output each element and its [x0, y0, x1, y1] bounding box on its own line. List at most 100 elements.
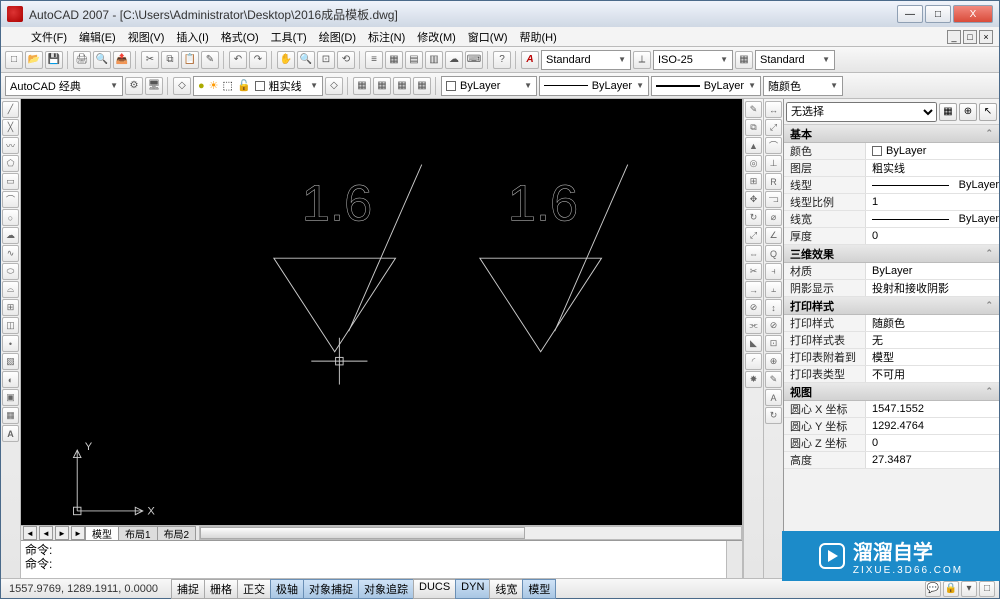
menu-item[interactable]: 修改(M)	[411, 28, 462, 46]
dim-jog-icon[interactable]: ⫎	[765, 191, 782, 208]
property-row[interactable]: 打印样式随颜色	[784, 315, 999, 332]
menu-item[interactable]: 工具(T)	[265, 28, 313, 46]
layer-dropdown[interactable]: ●☀⬚🔓 粗实线▼	[193, 76, 323, 96]
chamfer-icon[interactable]: ◣	[745, 335, 762, 352]
zoom-prev-icon[interactable]: ⟲	[337, 51, 355, 69]
mdi-restore-button[interactable]: □	[963, 30, 977, 44]
join-icon[interactable]: ⫘	[745, 317, 762, 334]
pickadd-icon[interactable]: ⊕	[959, 103, 977, 121]
property-row[interactable]: 阴影显示投射和接收阴影	[784, 280, 999, 297]
tab-nav-next[interactable]: ►	[55, 526, 69, 540]
quickselect-icon[interactable]: ▦	[939, 103, 957, 121]
menu-item[interactable]: 格式(O)	[215, 28, 265, 46]
center-mark-icon[interactable]: ⊕	[765, 353, 782, 370]
array-icon[interactable]: ⊞	[745, 173, 762, 190]
property-row[interactable]: 线型ByLayer	[784, 177, 999, 194]
arc-icon[interactable]: ⌒	[2, 191, 19, 208]
undo-icon[interactable]: ↶	[229, 51, 247, 69]
property-row[interactable]: 厚度0	[784, 228, 999, 245]
status-toggle[interactable]: 模型	[522, 579, 556, 599]
workspace-lock-icon[interactable]: 🖥	[145, 77, 163, 95]
property-row[interactable]: 圆心 X 坐标1547.1552	[784, 401, 999, 418]
property-row[interactable]: 线宽ByLayer	[784, 211, 999, 228]
property-row[interactable]: 打印表类型不可用	[784, 366, 999, 383]
status-toggle[interactable]: 栅格	[204, 579, 238, 599]
status-toggle[interactable]: 线宽	[489, 579, 523, 599]
close-button[interactable]: X	[953, 5, 993, 23]
zoom-window-icon[interactable]: ⊡	[317, 51, 335, 69]
status-tray-icon[interactable]: ▾	[961, 581, 977, 597]
rectangle-icon[interactable]: ▭	[2, 173, 19, 190]
pan-icon[interactable]: ✋	[277, 51, 295, 69]
region-icon[interactable]: ▣	[2, 389, 19, 406]
dim-linear-icon[interactable]: ↔	[765, 101, 782, 118]
dim-ordinate-icon[interactable]: ⊥	[765, 155, 782, 172]
tab-nav-last[interactable]: ►	[71, 526, 85, 540]
layer-prev-icon[interactable]: ◇	[325, 77, 343, 95]
menu-item[interactable]: 绘图(D)	[313, 28, 362, 46]
copy-obj-icon[interactable]: ⧉	[745, 119, 762, 136]
color-dropdown[interactable]: ByLayer▼	[441, 76, 537, 96]
dim-tedit-icon[interactable]: A	[765, 389, 782, 406]
line-icon[interactable]: ╱	[2, 101, 19, 118]
dim-quick-icon[interactable]: Q	[765, 245, 782, 262]
status-toggle[interactable]: DUCS	[413, 579, 456, 599]
palette-group-header[interactable]: 三维效果⌃	[784, 245, 999, 263]
copy-icon[interactable]: ⧉	[161, 51, 179, 69]
status-clean-icon[interactable]: □	[979, 581, 995, 597]
property-row[interactable]: 材质ByLayer	[784, 263, 999, 280]
property-row[interactable]: 线型比例1	[784, 194, 999, 211]
command-line[interactable]: 命令: 命令:	[21, 541, 726, 578]
redo-icon[interactable]: ↷	[249, 51, 267, 69]
lineweight-dropdown[interactable]: ByLayer▼	[651, 76, 761, 96]
xline-icon[interactable]: ╳	[2, 119, 19, 136]
status-toggle[interactable]: 极轴	[270, 579, 304, 599]
dim-diameter-icon[interactable]: ⌀	[765, 209, 782, 226]
dim-angular-icon[interactable]: ∠	[765, 227, 782, 244]
stretch-icon[interactable]: ⇔	[745, 245, 762, 262]
command-scrollbar[interactable]	[726, 541, 742, 578]
erase-icon[interactable]: ✎	[745, 101, 762, 118]
property-row[interactable]: 圆心 Z 坐标0	[784, 435, 999, 452]
linetype-dropdown[interactable]: ByLayer▼	[539, 76, 649, 96]
property-row[interactable]: 打印表附着到模型	[784, 349, 999, 366]
menu-item[interactable]: 视图(V)	[122, 28, 171, 46]
layout-tab[interactable]: 模型	[85, 526, 119, 541]
dim-update-icon[interactable]: ↻	[765, 407, 782, 424]
spline-icon[interactable]: ∿	[2, 245, 19, 262]
status-toggle[interactable]: 对象捕捉	[303, 579, 359, 599]
dim-break-icon[interactable]: ⊘	[765, 317, 782, 334]
publish-icon[interactable]: 📤	[113, 51, 131, 69]
property-row[interactable]: 高度27.3487	[784, 452, 999, 469]
tab-nav-first[interactable]: ◄	[23, 526, 37, 540]
property-row[interactable]: 圆心 Y 坐标1292.4764	[784, 418, 999, 435]
property-row[interactable]: 图层粗实线	[784, 160, 999, 177]
open-icon[interactable]: 📂	[25, 51, 43, 69]
menu-item[interactable]: 插入(I)	[170, 28, 214, 46]
gradient-icon[interactable]: ◐	[2, 371, 19, 388]
mirror-icon[interactable]: ▲	[745, 137, 762, 154]
dim-style-dropdown[interactable]: ISO-25▼	[653, 50, 733, 70]
layout-tab[interactable]: 布局1	[118, 526, 158, 541]
new-icon[interactable]: □	[5, 51, 23, 69]
ellipse-arc-icon[interactable]: ⌓	[2, 281, 19, 298]
maximize-button[interactable]: □	[925, 5, 951, 23]
dim-continue-icon[interactable]: ⫠	[765, 281, 782, 298]
ellipse-icon[interactable]: ⬭	[2, 263, 19, 280]
scale-icon[interactable]: ⤢	[745, 227, 762, 244]
plotstyle-dropdown[interactable]: 随颜色▼	[763, 76, 843, 96]
menu-item[interactable]: 编辑(E)	[73, 28, 122, 46]
hatch-icon[interactable]: ▧	[2, 353, 19, 370]
design-center-icon[interactable]: ▦	[385, 51, 403, 69]
mdi-close-button[interactable]: ×	[979, 30, 993, 44]
break-icon[interactable]: ⊘	[745, 299, 762, 316]
rotate-icon[interactable]: ↻	[745, 209, 762, 226]
menu-item[interactable]: 窗口(W)	[462, 28, 514, 46]
select-objects-icon[interactable]: ↖	[979, 103, 997, 121]
textstyle-icon[interactable]: A	[521, 51, 539, 69]
workspace-settings-icon[interactable]: ⚙	[125, 77, 143, 95]
status-toggle[interactable]: 正交	[237, 579, 271, 599]
dim-arc-icon[interactable]: ⌒	[765, 137, 782, 154]
dimstyle-icon[interactable]: ⟂	[633, 51, 651, 69]
fillet-icon[interactable]: ◜	[745, 353, 762, 370]
